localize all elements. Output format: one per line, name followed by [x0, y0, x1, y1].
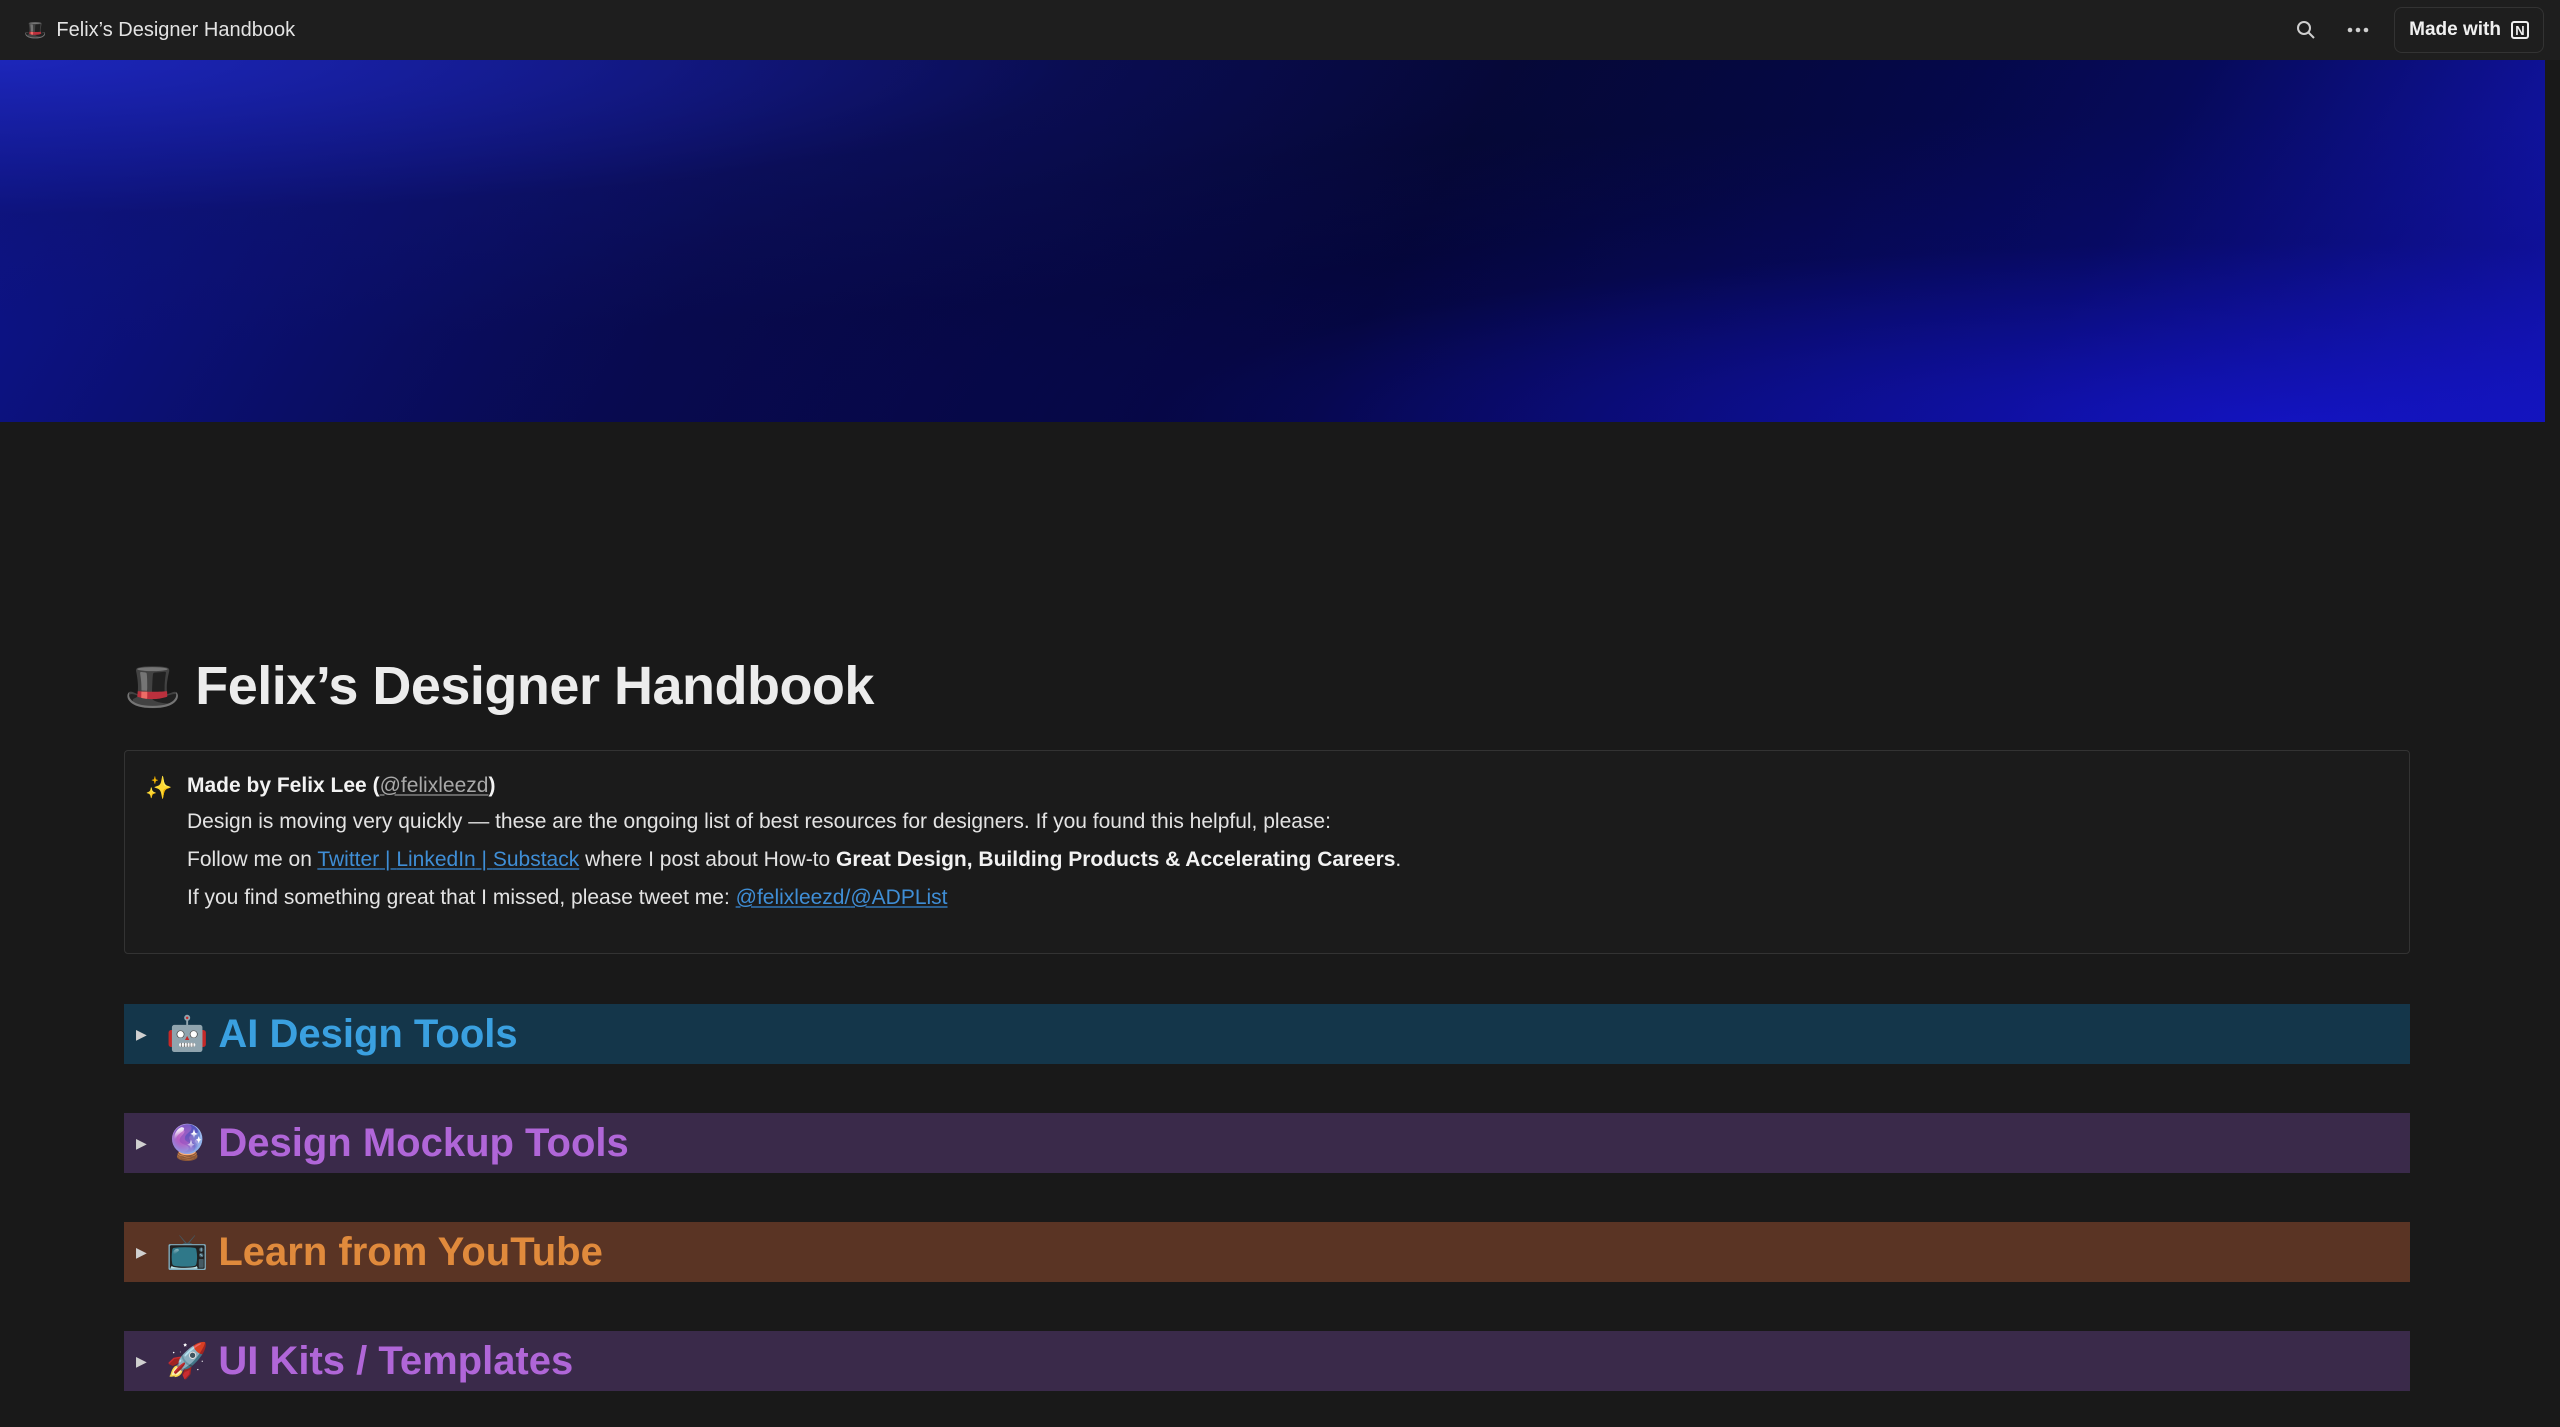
link-separator: |	[475, 848, 493, 871]
callout-body: Made by Felix Lee (@felixleezd) Design i…	[187, 775, 1401, 925]
top-hat-icon: 🎩	[24, 20, 47, 40]
adplist-link[interactable]: @ADPList	[850, 886, 947, 909]
toggle-ui-kits-templates[interactable]: ▶ 🚀 UI Kits / Templates	[124, 1331, 2410, 1391]
breadcrumb-title[interactable]: Felix’s Designer Handbook	[56, 19, 295, 42]
made-with-label: Made with	[2409, 19, 2501, 40]
substack-link[interactable]: Substack	[493, 848, 579, 871]
toggle-ai-design-tools[interactable]: ▶ 🤖 AI Design Tools	[124, 1004, 2410, 1064]
callout-heading-prefix: Made by Felix Lee (	[187, 774, 380, 797]
toggle-caret-icon[interactable]: ▶	[136, 1026, 154, 1043]
toggle-label: Design Mockup Tools	[218, 1120, 629, 1165]
television-icon: 📺	[166, 1233, 209, 1271]
toggle-label: UI Kits / Templates	[218, 1338, 574, 1383]
line3-prefix: If you find something great that I misse…	[187, 886, 736, 909]
callout-heading: Made by Felix Lee (@felixleezd)	[187, 775, 1401, 796]
cover-image	[0, 60, 2545, 422]
sparkles-icon: ✨	[145, 775, 173, 800]
callout-heading-handle[interactable]: @felixleezd	[380, 774, 489, 797]
line2-middle: where I post about How-to	[579, 848, 837, 871]
felixleezd-link[interactable]: @felixleezd	[736, 886, 845, 909]
robot-icon: 🤖	[166, 1015, 209, 1053]
link-separator: |	[379, 848, 397, 871]
toggle-label: AI Design Tools	[218, 1011, 518, 1056]
line2-prefix: Follow me on	[187, 848, 318, 871]
crystal-ball-icon: 🔮	[166, 1124, 209, 1162]
line2-bold: Great Design, Building Products & Accele…	[836, 848, 1396, 871]
more-icon[interactable]	[2342, 14, 2374, 46]
top-bar: 🎩 Felix’s Designer Handbook Made with N	[0, 0, 2560, 60]
callout-line-2: Follow me on Twitter | LinkedIn | Substa…	[187, 849, 1401, 870]
breadcrumb[interactable]: 🎩 Felix’s Designer Handbook	[24, 19, 295, 42]
rocket-icon: 🚀	[166, 1342, 209, 1380]
callout-line-1: Design is moving very quickly — these ar…	[187, 810, 1331, 833]
top-hat-icon[interactable]: 🎩	[124, 663, 181, 709]
toggle-caret-icon[interactable]: ▶	[136, 1244, 154, 1261]
twitter-link[interactable]: Twitter	[317, 848, 379, 871]
toggle-caret-icon[interactable]: ▶	[136, 1135, 154, 1152]
notion-logo-icon: N	[2511, 21, 2529, 39]
search-icon[interactable]	[2290, 14, 2322, 46]
toggle-caret-icon[interactable]: ▶	[136, 1353, 154, 1370]
linkedin-link[interactable]: LinkedIn	[396, 848, 475, 871]
page-title: Felix’s Designer Handbook	[195, 656, 874, 716]
callout-heading-suffix: )	[488, 774, 496, 797]
toggle-design-mockup-tools[interactable]: ▶ 🔮 Design Mockup Tools	[124, 1113, 2410, 1173]
made-with-notion-button[interactable]: Made with N	[2394, 7, 2544, 53]
line2-end: .	[1395, 848, 1402, 871]
page-title-row: 🎩 Felix’s Designer Handbook	[124, 655, 874, 717]
topbar-actions: Made with N	[2290, 7, 2544, 53]
callout-line-3: If you find something great that I misse…	[187, 887, 1401, 908]
callout-block: ✨ Made by Felix Lee (@felixleezd) Design…	[124, 750, 2410, 954]
toggle-learn-from-youtube[interactable]: ▶ 📺 Learn from YouTube	[124, 1222, 2410, 1282]
toggle-label: Learn from YouTube	[218, 1229, 603, 1274]
